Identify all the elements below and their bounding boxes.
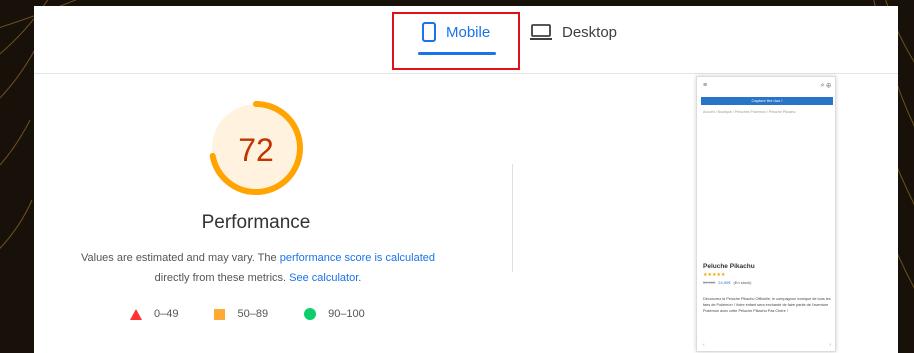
thumbnail-header: ≡ ⌕ ⊕ — [697, 77, 835, 95]
orange-square-icon — [214, 308, 226, 320]
report-panel: Mobile Desktop 72 Performance Values are… — [34, 6, 898, 353]
thumbnail-current-price: 24,90€ — [718, 280, 731, 285]
tab-desktop[interactable]: Desktop — [530, 20, 617, 44]
legend-range: 50–89 — [237, 308, 269, 320]
thumbnail-banner: Capture the duo ! — [701, 97, 833, 105]
device-tabbar: Mobile Desktop — [34, 6, 898, 74]
legend-item-average: 50–89 — [214, 308, 268, 320]
thumbnail-description: Découvrez la Peluche Pikachu Officielle,… — [703, 297, 831, 313]
highlight-annotation — [392, 12, 520, 70]
thumbnail-footer: ‹ › — [703, 342, 831, 348]
thumbnail-price: 39,90€ 24,90€ (En stock) — [703, 280, 751, 285]
performance-title: Performance — [201, 212, 311, 233]
score-legend: 0–49 50–89 90–100 — [130, 308, 401, 320]
legend-range: 90–100 — [328, 308, 365, 320]
score-description: Values are estimated and may vary. The p… — [48, 248, 468, 288]
legend-item-fail: 0–49 — [130, 308, 178, 320]
prev-arrow-icon: ‹ — [703, 342, 705, 348]
page-screenshot-thumbnail[interactable]: ≡ ⌕ ⊕ Capture the duo ! Accueil / Boutiq… — [696, 76, 836, 352]
cart-icon: ⌕ ⊕ — [820, 82, 831, 89]
laptop-icon — [530, 23, 552, 41]
description-suffix: . — [358, 272, 362, 284]
see-calculator-link[interactable]: See calculator — [289, 272, 358, 284]
legend-range: 0–49 — [154, 308, 179, 320]
green-circle-icon — [304, 308, 317, 320]
description-text-2: directly from these metrics. — [154, 272, 290, 284]
menu-icon: ≡ — [703, 82, 708, 89]
performance-score-link[interactable]: performance score is calculated — [280, 252, 435, 264]
performance-score-value: 72 — [238, 132, 274, 168]
tab-desktop-label: Desktop — [562, 23, 618, 41]
thumbnail-breadcrumb: Accueil / Boutique / Peluches Pokémon / … — [703, 110, 796, 114]
section-divider — [512, 164, 513, 272]
legend-item-pass: 90–100 — [304, 308, 365, 320]
thumbnail-product-title: Peluche Pikachu — [703, 263, 755, 270]
thumbnail-stock-note: (En stock) — [733, 280, 752, 285]
description-text: Values are estimated and may vary. The — [80, 252, 280, 264]
next-arrow-icon: › — [829, 342, 831, 348]
red-triangle-icon — [130, 308, 142, 320]
thumbnail-rating-stars: ★★★★★ — [703, 272, 726, 278]
thumbnail-old-price: 39,90€ — [703, 280, 716, 285]
